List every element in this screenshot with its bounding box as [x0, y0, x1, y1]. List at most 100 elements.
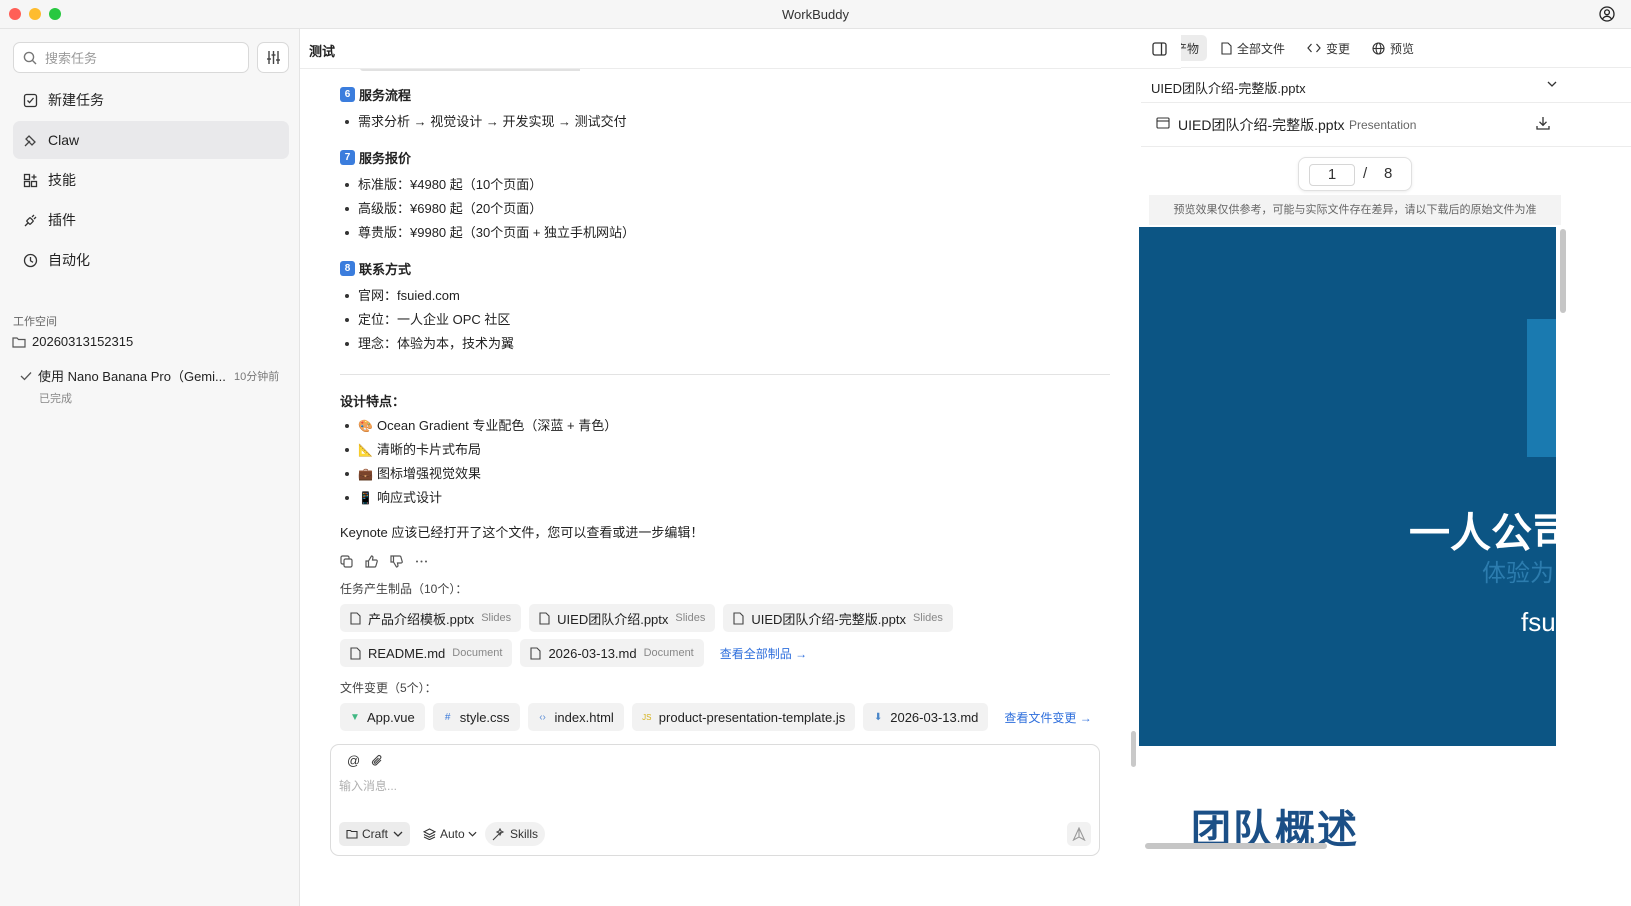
document-icon	[733, 611, 744, 625]
document-icon	[350, 611, 361, 625]
tab-label: 全部文件	[1237, 41, 1286, 56]
download-icon[interactable]	[1535, 115, 1551, 131]
bullet-list: 标准版：¥4980 起（10个页面） 高级版：¥6980 起（20个页面） 尊贵…	[340, 173, 1140, 245]
tab-changes[interactable]: 变更	[1299, 35, 1358, 61]
page-navigator: 1 / 8	[1298, 157, 1412, 191]
message-content: 6 服务流程 需求分析 → 视觉设计 → 开发实现 → 测试交付 7 服务报价 标准…	[300, 69, 1181, 789]
list-item: 标准版：¥4980 起（10个页面）	[340, 173, 1140, 197]
slide-decoration	[1527, 319, 1556, 457]
send-button[interactable]	[1067, 822, 1091, 846]
product-kind: Slides	[912, 612, 943, 624]
nav-skills[interactable]: 技能	[13, 161, 289, 199]
list-item: 官网：fsuied.com	[340, 284, 1140, 308]
more-icon[interactable]	[415, 555, 428, 568]
message-actions	[340, 555, 1140, 568]
model-label: Auto	[440, 827, 465, 841]
section-title: 7 服务报价	[340, 148, 1140, 167]
file-dropdown[interactable]: UIED团队介绍-完整版.pptx	[1141, 67, 1631, 103]
change-chip[interactable]: JS product-presentation-template.js	[631, 703, 856, 731]
closing-message: Keynote 应该已经打开了这个文件，您可以查看或进一步编辑！	[340, 525, 704, 540]
nav-label: 自动化	[48, 252, 90, 268]
preview-panel: 产物 全部文件 变更 预览 UIED团队介绍-完整版.pptx UIED团队介绍…	[1139, 29, 1631, 906]
thumbs-down-icon[interactable]	[390, 555, 403, 568]
preview-vertical-scrollbar[interactable]	[1560, 229, 1566, 313]
search-input[interactable]	[45, 48, 241, 68]
workspace-folder[interactable]: 20260313152315	[12, 334, 133, 349]
ruler-icon: 📐	[358, 443, 373, 457]
list-item: 📱 响应式设计	[340, 486, 1140, 510]
product-chip[interactable]: UIED团队介绍.pptx Slides	[529, 604, 716, 632]
products-row: README.md Document 2026-03-13.md Document …	[340, 639, 1140, 667]
markdown-icon: ⬇	[874, 711, 883, 723]
filter-button[interactable]	[257, 42, 289, 73]
skills-button[interactable]: Skills	[485, 822, 546, 846]
products-row: 产品介绍模板.pptx Slides UIED团队介绍.pptx Slides UI…	[340, 604, 1140, 632]
bullet-list: 需求分析 → 视觉设计 → 开发实现 → 测试交付	[340, 110, 1140, 134]
product-name: README.md	[368, 645, 446, 661]
section-title-text: 服务报价	[359, 151, 412, 166]
view-all-products-link[interactable]: 查看全部制品 →	[720, 645, 807, 662]
phone-icon: 📱	[358, 491, 373, 505]
product-chip[interactable]: UIED团队介绍-完整版.pptx Slides	[723, 604, 953, 632]
tab-preview[interactable]: 预览	[1364, 35, 1422, 61]
plugin-icon	[24, 214, 37, 226]
tab-all-files[interactable]: 全部文件	[1213, 35, 1293, 61]
change-chip[interactable]: ‹› index.html	[527, 703, 624, 731]
js-icon: JS	[642, 712, 652, 722]
folder-icon	[346, 829, 358, 839]
account-icon[interactable]	[1599, 6, 1615, 22]
number-badge: 8	[340, 261, 355, 276]
nav-claw[interactable]: Claw	[13, 121, 289, 159]
product-kind: Document	[643, 647, 694, 659]
model-select[interactable]: Auto	[416, 822, 484, 846]
tab-label: 预览	[1390, 41, 1415, 56]
search-box[interactable]	[13, 42, 249, 73]
list-item: 定位：一人企业 OPC 社区	[340, 308, 1140, 332]
change-chip[interactable]: ▼ App.vue	[340, 703, 425, 731]
sidebar-toggle-icon[interactable]	[1152, 42, 1167, 56]
preview-horizontal-scrollbar[interactable]	[1145, 843, 1327, 849]
copy-icon[interactable]	[340, 555, 353, 568]
mention-icon[interactable]: @	[347, 753, 360, 768]
message-input[interactable]	[339, 777, 1079, 801]
number-badge: 7	[340, 150, 355, 165]
list-item-text: 响应式设计	[377, 490, 443, 505]
design-list: 🎨 Ocean Gradient 专业配色（深蓝 + 青色） 📐 清晰的卡片式布局 …	[340, 414, 1140, 510]
title-bar: WorkBuddy	[0, 0, 1631, 29]
chat-panel: 测试 6 服务流程 需求分析 → 视觉设计 → 开发实现 → 测试交付 7 服务报价…	[300, 29, 1181, 906]
mode-select[interactable]: Craft	[339, 822, 411, 846]
file-type: Presentation	[1349, 118, 1417, 132]
search-icon	[23, 51, 37, 65]
divider	[340, 374, 1110, 375]
workspace-folder-name: 20260313152315	[32, 334, 134, 349]
product-chip[interactable]: 2026-03-13.md Document	[520, 639, 704, 667]
nav-automation[interactable]: 自动化	[13, 241, 289, 279]
list-item: 需求分析 → 视觉设计 → 开发实现 → 测试交付	[340, 110, 1140, 134]
list-item: 📐 清晰的卡片式布局	[340, 438, 1140, 462]
view-all-changes-link[interactable]: 查看文件变更 →	[1004, 709, 1091, 726]
file-header: UIED团队介绍-完整版.pptx Presentation	[1141, 103, 1631, 147]
task-item[interactable]: 使用 Nano Banana Pro（Gemi... 10分钟前 已完成	[20, 366, 290, 406]
section-title-text: 服务流程	[359, 88, 412, 103]
document-icon	[350, 646, 361, 660]
change-chip[interactable]: ⬇ 2026-03-13.md	[863, 703, 989, 731]
page-input[interactable]: 1	[1309, 164, 1355, 186]
chat-header: 测试	[300, 29, 1181, 69]
changes-label: 文件变更（5个）：	[340, 681, 437, 695]
thumbs-up-icon[interactable]	[365, 555, 378, 568]
product-chip[interactable]: README.md Document	[340, 639, 513, 667]
nav-new-task[interactable]: 新建任务	[13, 81, 289, 119]
change-chip[interactable]: # style.css	[432, 703, 520, 731]
chat-scrollbar[interactable]	[1131, 731, 1136, 767]
task-time: 10分钟前	[234, 370, 280, 383]
document-icon	[539, 611, 550, 625]
preview-tabs: 产物 全部文件 变更 预览	[1141, 29, 1631, 67]
attach-icon[interactable]	[371, 754, 383, 767]
product-kind: Document	[452, 647, 503, 659]
briefcase-icon: 💼	[358, 467, 373, 481]
product-kind: Slides	[675, 612, 706, 624]
nav-plugins[interactable]: 插件	[13, 201, 289, 239]
new-task-icon	[23, 93, 38, 107]
nav-label: Claw	[48, 132, 80, 148]
product-chip[interactable]: 产品介绍模板.pptx Slides	[340, 604, 522, 632]
